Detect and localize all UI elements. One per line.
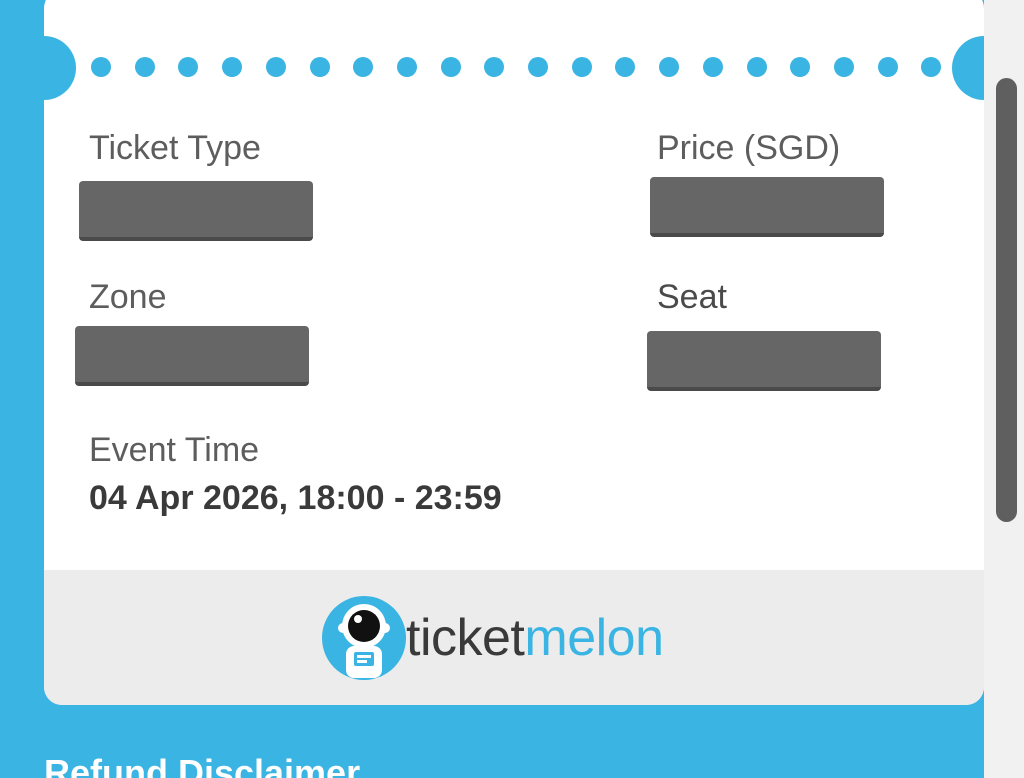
zone-label: Zone bbox=[89, 278, 167, 316]
brand-name-part2: melon bbox=[524, 609, 664, 667]
perforation-dot bbox=[571, 57, 592, 77]
perforation-dot bbox=[877, 57, 898, 77]
refund-disclaimer-heading: Refund Disclaimer bbox=[44, 752, 361, 778]
perforation-dot bbox=[91, 57, 111, 77]
perforation-dot bbox=[222, 57, 243, 77]
ticket-card: Ticket Type Price (SGD) Zone Seat Event … bbox=[44, 0, 984, 705]
perforation-dot bbox=[134, 57, 155, 77]
ticket-footer: ticketmelon bbox=[44, 570, 984, 705]
price-redacted bbox=[650, 177, 884, 237]
scrollbar-thumb[interactable] bbox=[996, 78, 1017, 522]
perforation-dot bbox=[353, 57, 374, 77]
perforation-divider bbox=[44, 57, 984, 79]
ticketmelon-logo: ticketmelon bbox=[322, 596, 664, 680]
perforation-dot bbox=[484, 57, 505, 77]
perforation-dot bbox=[528, 57, 548, 77]
event-time-label: Event Time bbox=[89, 431, 260, 469]
event-time-value: 04 Apr 2026, 18:00 - 23:59 bbox=[89, 479, 502, 517]
perforation-dot bbox=[440, 57, 461, 77]
perforation-dot bbox=[309, 57, 330, 77]
seat-label: Seat bbox=[657, 278, 727, 316]
perforation-dot bbox=[659, 57, 680, 77]
ticket-type-redacted bbox=[79, 181, 313, 241]
perforation-dot bbox=[833, 57, 854, 77]
perforation-dot bbox=[396, 57, 417, 77]
perforation-dot bbox=[702, 57, 723, 77]
seat-redacted bbox=[647, 331, 881, 391]
perforation-dot bbox=[921, 57, 942, 77]
ticket-type-label: Ticket Type bbox=[89, 129, 261, 167]
astronaut-icon bbox=[322, 596, 406, 680]
brand-name-part1: ticket bbox=[406, 609, 525, 667]
perforation-dot bbox=[178, 57, 199, 77]
perforation-dot bbox=[265, 57, 286, 77]
price-label: Price (SGD) bbox=[657, 129, 841, 167]
perforation-dot bbox=[746, 57, 767, 77]
perforation-dot bbox=[790, 57, 811, 77]
zone-redacted bbox=[75, 326, 309, 386]
perforation-dot bbox=[615, 57, 636, 77]
brand-wordmark: ticketmelon bbox=[406, 612, 664, 664]
